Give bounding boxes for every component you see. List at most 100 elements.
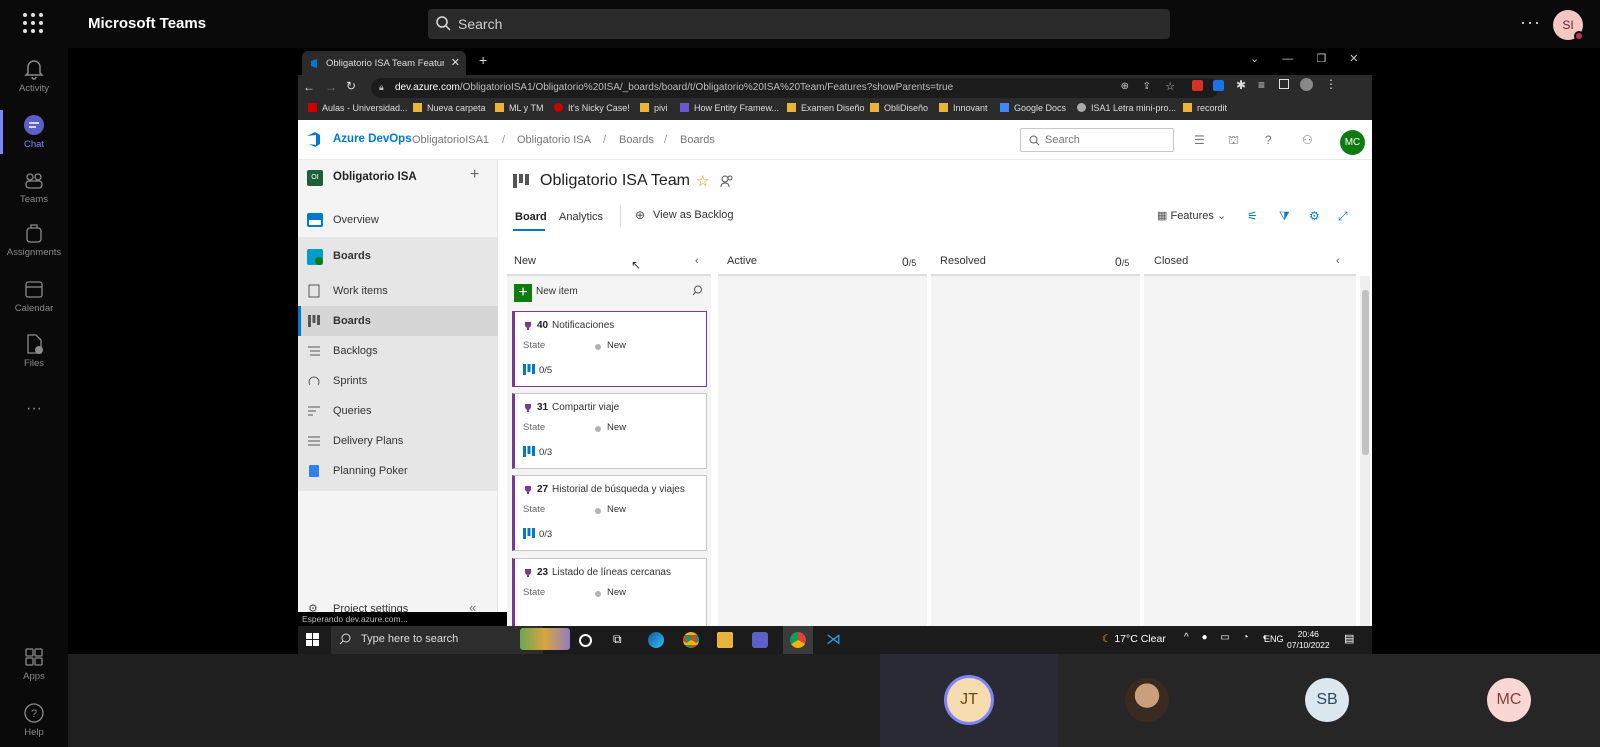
cortana-icon[interactable]	[579, 634, 592, 647]
chrome-active-icon[interactable]	[790, 632, 806, 648]
gear-icon[interactable]: ⚙	[1309, 209, 1320, 223]
state-value[interactable]: New	[607, 587, 626, 598]
window-controls[interactable]: ⌄ — ❐ ✕	[1250, 52, 1358, 65]
team-board-title[interactable]: Obligatorio ISA Team	[540, 172, 690, 190]
close-tab-icon[interactable]: ✕	[451, 56, 460, 69]
work-item-card[interactable]: 27 Historial de búsqueda y viajes State …	[512, 475, 707, 551]
chevron-down-icon[interactable]: ⌄	[673, 177, 681, 188]
help-icon[interactable]: ?	[1265, 133, 1272, 147]
bookmark-star-icon[interactable]: ☆	[1165, 80, 1175, 93]
extension-icon[interactable]	[1213, 80, 1224, 91]
app-launcher-icon[interactable]	[22, 12, 46, 36]
child-progress[interactable]: 0/5	[539, 365, 552, 376]
child-progress[interactable]: 0/3	[539, 529, 552, 540]
favorite-star-icon[interactable]: ☆	[696, 172, 709, 190]
participant-tile[interactable]: JT	[880, 654, 1058, 747]
breadcrumb-boards[interactable]: Boards	[619, 134, 654, 146]
bookmark-item[interactable]: ML y TM	[495, 103, 544, 113]
more-options-icon[interactable]: ···	[1520, 12, 1541, 33]
work-item-title[interactable]: Historial de búsqueda y viajes	[552, 484, 685, 495]
rail-item-teams[interactable]: Teams	[0, 169, 68, 205]
participant-tile[interactable]: SB	[1236, 654, 1418, 747]
back-icon[interactable]: ←	[303, 80, 315, 94]
bookmark-item[interactable]: Innovant	[939, 103, 988, 113]
bookmark-item[interactable]: recordit	[1183, 103, 1227, 113]
input-language[interactable]: ENG	[1264, 634, 1284, 644]
state-value[interactable]: New	[607, 340, 626, 351]
forward-icon[interactable]: →	[325, 80, 337, 94]
settings-sliders-icon[interactable]: ⚟	[1247, 209, 1258, 223]
ado-brand[interactable]: Azure DevOps	[333, 133, 412, 145]
profile-avatar-icon[interactable]	[1300, 78, 1313, 91]
add-icon[interactable]: +	[470, 166, 479, 184]
taskbar-clock[interactable]: 20:46 07/10/2022	[1287, 629, 1330, 651]
zoom-icon[interactable]: ⊕	[1121, 81, 1129, 92]
share-icon[interactable]: ⇪	[1143, 81, 1151, 92]
browser-tab[interactable]: Obligatorio ISA Team Features B... ✕	[302, 51, 466, 77]
rail-item-apps[interactable]: Apps	[0, 646, 68, 682]
windows-start-icon[interactable]	[306, 633, 319, 646]
reading-list-icon[interactable]: ≡	[1258, 78, 1265, 92]
extension-icon[interactable]	[1192, 80, 1203, 91]
add-icon[interactable]: +	[514, 284, 532, 302]
bookmark-item[interactable]: pivi	[640, 103, 668, 113]
user-settings-icon[interactable]: ⚇	[1302, 133, 1313, 147]
nav-delivery-plans[interactable]: Delivery Plans	[298, 426, 498, 456]
task-view-icon[interactable]: ⧉	[613, 632, 629, 648]
work-item-title[interactable]: Compartir viaje	[552, 402, 619, 413]
side-panel-icon[interactable]	[1279, 79, 1289, 89]
new-tab-icon[interactable]: +	[479, 52, 487, 68]
rail-item-help[interactable]: ? Help	[0, 702, 68, 738]
nav-boards-hub[interactable]: Boards	[298, 241, 498, 271]
weather-widget[interactable]: ☾ 17°C Clear	[1102, 633, 1166, 645]
nav-boards[interactable]: Boards	[298, 306, 498, 336]
view-as-backlog-button[interactable]: ⊕ View as Backlog	[635, 208, 734, 222]
breadcrumb-boards-page[interactable]: Boards	[680, 134, 715, 146]
search-icon[interactable]	[692, 285, 703, 296]
collapse-column-icon[interactable]: ‹	[695, 255, 699, 267]
work-item-card[interactable]: 23 Listado de líneas cercanas State New	[512, 558, 707, 626]
rail-item-chat[interactable]: Chat	[0, 114, 68, 150]
work-item-card[interactable]: 40 Notificaciones State New 0/5	[512, 311, 707, 387]
nav-overview[interactable]: Overview	[298, 205, 498, 235]
azure-devops-logo-icon[interactable]	[305, 131, 322, 148]
nav-work-items[interactable]: Work items	[298, 276, 498, 306]
shopping-bag-icon[interactable]: ⛫	[1228, 133, 1239, 149]
rail-more-icon[interactable]: ···	[0, 400, 68, 418]
project-name[interactable]: Obligatorio ISA	[333, 171, 417, 183]
scrollbar-thumb[interactable]	[1362, 290, 1369, 455]
teams-search-input[interactable]: Search	[428, 9, 1170, 39]
team-members-icon[interactable]	[720, 174, 734, 188]
state-value[interactable]: New	[607, 422, 626, 433]
rail-item-calendar[interactable]: Calendar	[0, 278, 68, 314]
state-value[interactable]: New	[607, 504, 626, 515]
breadcrumb-project[interactable]: Obligatorio ISA	[517, 134, 591, 146]
list-icon[interactable]: ☰	[1194, 133, 1205, 147]
vscode-icon[interactable]: ⋊	[826, 630, 842, 648]
bookmark-item[interactable]: How Entity Framew...	[680, 103, 779, 113]
notifications-icon[interactable]: ▤	[1344, 632, 1354, 645]
bookmark-item[interactable]: Examen Diseño	[787, 103, 865, 113]
nav-planning-poker[interactable]: Planning Poker	[298, 456, 498, 486]
backlog-level-selector[interactable]: ▦ Features ⌄	[1157, 209, 1226, 222]
rail-item-assignments[interactable]: Assignments	[0, 222, 68, 258]
bookmark-item[interactable]: ISA1 Letra mini-pro...	[1077, 103, 1176, 113]
nav-backlogs[interactable]: Backlogs	[298, 336, 498, 366]
bookmark-item[interactable]: Aulas - Universidad...	[308, 103, 408, 113]
browser-menu-icon[interactable]: ⋮	[1325, 77, 1337, 91]
ado-user-avatar[interactable]: MC	[1340, 130, 1365, 155]
filter-icon[interactable]: ⧩	[1279, 209, 1290, 224]
rail-item-files[interactable]: Files	[0, 333, 68, 369]
tab-analytics[interactable]: Analytics	[559, 211, 603, 223]
teams-taskbar-icon[interactable]	[752, 632, 768, 648]
participant-tile[interactable]: MC	[1418, 654, 1600, 747]
new-item-button[interactable]: New item	[536, 286, 578, 297]
collapse-column-icon[interactable]: ‹	[1336, 255, 1340, 267]
nav-queries[interactable]: Queries	[298, 396, 498, 426]
fullscreen-icon[interactable]: ⤢	[1338, 209, 1348, 224]
bookmark-item[interactable]: Nueva carpeta	[413, 103, 486, 113]
work-item-title[interactable]: Listado de líneas cercanas	[552, 567, 671, 578]
search-highlight-icon[interactable]	[520, 628, 570, 650]
nav-sprints[interactable]: Sprints	[298, 366, 498, 396]
bookmark-item[interactable]: It's Nicky Case!	[554, 103, 630, 113]
